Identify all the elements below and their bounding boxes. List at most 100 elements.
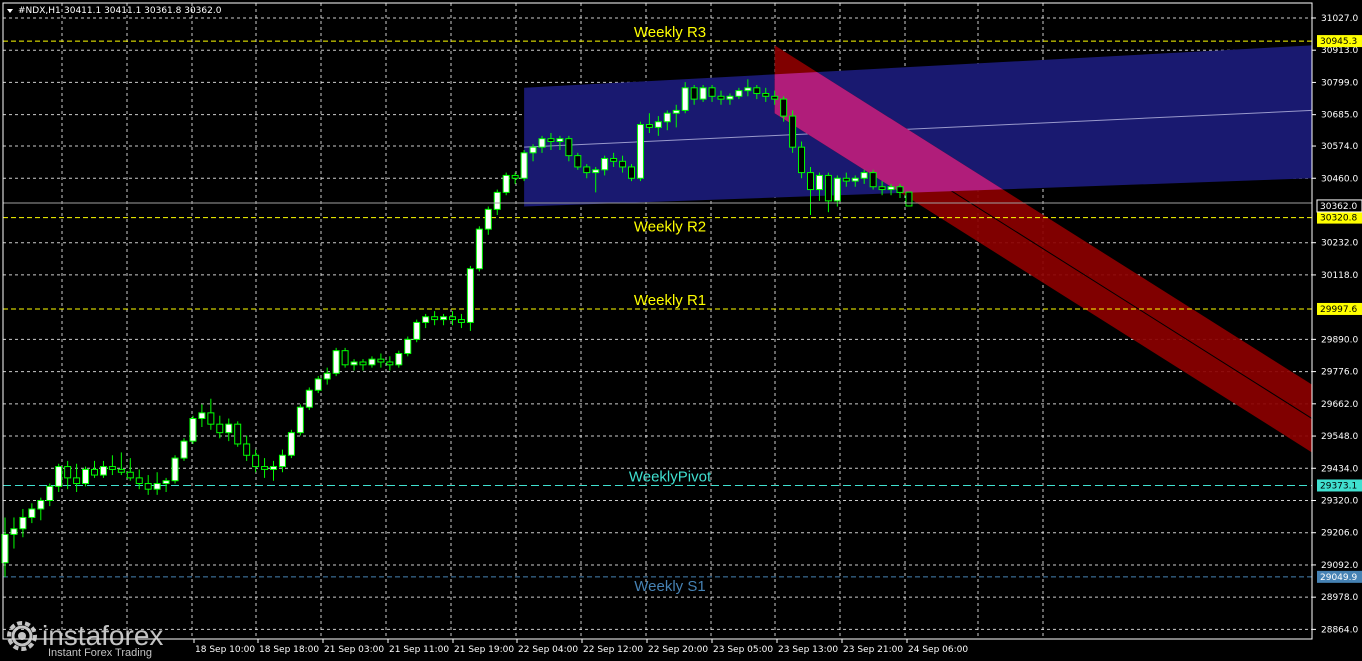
price-tick-label: 30232.0 — [1321, 239, 1358, 249]
candle-body — [19, 516, 27, 530]
candle-body — [252, 454, 260, 468]
ohlc-readout: 30411.1 30411.1 30361.8 30362.0 — [64, 6, 222, 16]
candle-body — [225, 423, 233, 434]
price-tick-label: 29320.0 — [1321, 496, 1358, 506]
candle-body — [243, 443, 251, 456]
level-label: Weekly S1 — [634, 578, 705, 595]
candle-body — [681, 87, 689, 111]
candle-body — [699, 87, 707, 100]
candle-body — [869, 172, 877, 188]
level-badge-value: 29049.9 — [1320, 573, 1357, 583]
candle-body — [64, 466, 72, 479]
candle-body — [502, 174, 510, 193]
candle-body — [547, 138, 555, 143]
candle-body — [511, 174, 519, 179]
candle-body — [735, 90, 743, 97]
candle-body — [717, 95, 725, 100]
price-tick-label: 29776.0 — [1321, 368, 1358, 378]
time-tick-label: 22 Sep 20:00 — [648, 645, 708, 655]
candle-body — [153, 483, 161, 490]
candle-body — [565, 138, 573, 157]
candle-body — [377, 358, 385, 363]
candle-body — [619, 160, 627, 168]
candle-body — [457, 319, 465, 323]
candle-body — [574, 155, 582, 168]
time-tick-label: 23 Sep 21:00 — [843, 645, 903, 655]
candle-body — [663, 112, 671, 123]
candle-body — [807, 172, 814, 191]
candle-body — [744, 87, 752, 92]
candle-body — [413, 321, 421, 340]
candle-body — [824, 174, 832, 202]
chart-header: #NDX,H1 30411.1 30411.1 30361.8 30362.0 — [7, 6, 222, 16]
candle-body — [422, 316, 430, 323]
candle-body — [216, 423, 224, 434]
candle-body — [905, 191, 913, 207]
candle-body — [887, 186, 895, 191]
candle-body — [198, 412, 206, 420]
level-label: Weekly R3 — [634, 24, 706, 41]
price-tick-label: 29434.0 — [1321, 464, 1358, 474]
candle-body — [842, 177, 850, 182]
price-tick-label: 29548.0 — [1321, 432, 1358, 442]
price-tick-label: 29206.0 — [1321, 529, 1358, 539]
candle-body — [726, 95, 734, 100]
price-tick-label: 28978.0 — [1321, 593, 1358, 603]
candle-body — [484, 208, 492, 230]
candle-body — [350, 361, 358, 366]
candle-body — [628, 166, 635, 179]
current-price-value: 30362.0 — [1320, 202, 1357, 212]
candle-body — [332, 350, 340, 374]
candle-body — [305, 389, 313, 408]
candle-body — [440, 316, 448, 321]
candle-body — [135, 477, 143, 485]
candle-body — [780, 98, 788, 117]
price-tick-label: 29890.0 — [1321, 335, 1358, 345]
candle-body — [314, 378, 322, 391]
level-badge-value: 29997.6 — [1320, 305, 1357, 315]
candle-body — [404, 338, 412, 355]
time-tick-label: 21 Sep 11:00 — [389, 645, 449, 655]
candle-body — [261, 466, 269, 470]
candle-body — [234, 423, 242, 445]
candle-body — [583, 166, 591, 174]
candle-body — [466, 268, 474, 323]
candle-body — [771, 95, 779, 100]
time-tick-label: 22 Sep 04:00 — [518, 645, 578, 655]
candle-body — [28, 508, 36, 518]
price-chart[interactable]: Weekly R3 Weekly R2 Weekly R1 WeeklyPivot We… — [0, 0, 1362, 661]
candle-body — [278, 454, 286, 468]
level-label: WeeklyPivot — [629, 468, 712, 485]
candle-body — [690, 87, 698, 100]
price-tick-label: 30460.0 — [1321, 174, 1358, 184]
candle-body — [431, 316, 439, 321]
level-label: Weekly R2 — [634, 219, 706, 236]
candle-body — [37, 499, 45, 510]
logo-tagline: Instant Forex Trading — [48, 647, 152, 659]
candle-body — [878, 186, 886, 191]
candle-body — [833, 177, 841, 202]
candle-body — [610, 157, 618, 162]
candle-body — [860, 172, 868, 179]
time-tick-label: 18 Sep 18:00 — [259, 645, 319, 655]
time-tick-label: 21 Sep 03:00 — [324, 645, 384, 655]
candle-body — [10, 528, 18, 535]
candle-body — [82, 468, 90, 485]
candle-body — [386, 361, 394, 366]
candle-body — [851, 177, 859, 182]
candle-body — [73, 477, 81, 485]
candle-body — [162, 480, 170, 485]
candle-body — [55, 466, 63, 487]
price-tick-label: 28864.0 — [1321, 625, 1358, 635]
candle-body — [708, 87, 716, 97]
candle-body — [144, 483, 152, 490]
level-label: Weekly R1 — [634, 292, 706, 309]
candle-body — [207, 412, 215, 425]
price-tick-label: 30118.0 — [1321, 271, 1358, 281]
time-tick-label: 21 Sep 19:00 — [454, 645, 514, 655]
candle-body — [645, 124, 653, 128]
candle-body — [815, 174, 823, 191]
candle-body — [359, 361, 367, 366]
candle-body — [798, 146, 806, 174]
candle-body — [368, 358, 376, 366]
